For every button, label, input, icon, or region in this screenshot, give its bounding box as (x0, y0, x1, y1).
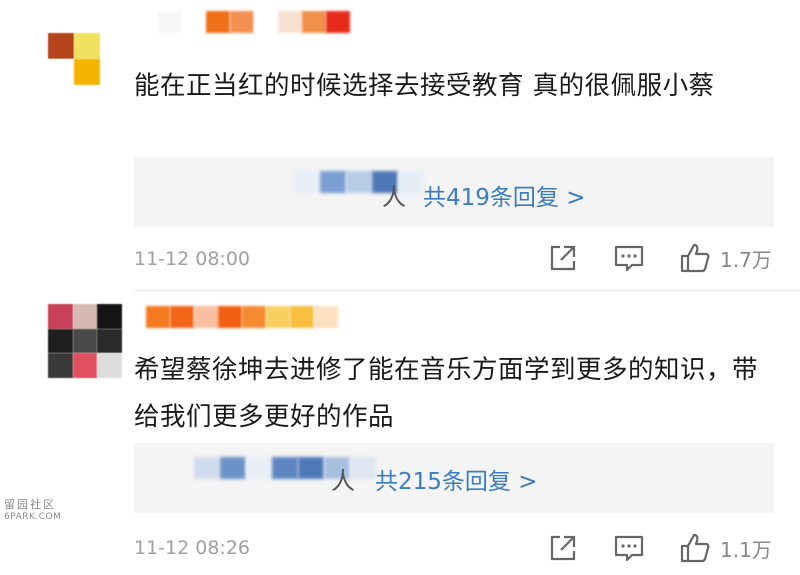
username-mosaic-cell (158, 11, 182, 33)
share-icon[interactable] (546, 531, 580, 565)
avatar-mosaic-cell (48, 59, 74, 85)
username-mosaic-cell (278, 11, 302, 33)
comment-icon[interactable] (612, 241, 646, 275)
avatar-mosaic-cell (74, 33, 100, 59)
avatar[interactable] (48, 304, 122, 378)
avatar-mosaic-cell (48, 353, 73, 378)
watermark-line-1: 留园社区 (4, 498, 56, 511)
like-icon[interactable] (678, 241, 712, 275)
watermark-line-2: 6PARK.COM (4, 512, 62, 522)
avatar-mosaic-cell (97, 304, 122, 329)
replier-mosaic-cell (194, 457, 220, 479)
replier-mosaic-cell (294, 171, 320, 193)
site-watermark: 留园社区 6PARK.COM (4, 496, 74, 522)
username-pixelated[interactable] (146, 306, 338, 328)
username-mosaic-cell (290, 306, 314, 328)
avatar-mosaic-cell (48, 33, 74, 59)
username-mosaic-cell (254, 11, 278, 33)
username-mosaic-cell (206, 11, 230, 33)
avatar-mosaic-cell (74, 59, 100, 85)
replier-mosaic-cell (272, 457, 298, 479)
replier-mosaic-cell (320, 171, 346, 193)
like-icon[interactable] (678, 531, 712, 565)
username-pixelated[interactable] (134, 11, 350, 33)
comment-icon[interactable] (612, 531, 646, 565)
avatar-mosaic-cell (72, 304, 98, 329)
username-mosaic-cell (170, 306, 194, 328)
replies-preview-box[interactable]: 人 共419条回复 > (134, 157, 774, 227)
avatar-mosaic-cell (48, 304, 73, 329)
username-mosaic-cell (134, 11, 158, 33)
share-icon[interactable] (546, 241, 580, 275)
username-mosaic-cell (326, 11, 350, 33)
username-mosaic-cell (182, 11, 206, 33)
username-mosaic-cell (218, 306, 242, 328)
comment-text: 能在正当红的时候选择去接受教育 真的很佩服小蔡 (134, 71, 715, 101)
comment-actions: 1.1万 (546, 531, 772, 565)
comment-item: 能在正当红的时候选择去接受教育 真的很佩服小蔡 人 共419条回复 > 11-1… (0, 0, 800, 285)
reply-count-link[interactable]: 共419条回复 > (423, 178, 585, 212)
username-mosaic-cell (242, 306, 266, 328)
comment-timestamp: 11-12 08:00 (134, 248, 251, 270)
avatar-mosaic-cell (48, 328, 73, 354)
avatar-mosaic-cell (97, 328, 122, 354)
replier-suffix: 人 (331, 467, 355, 495)
avatar-mosaic-cell (72, 328, 98, 354)
replier-mosaic-cell (298, 457, 324, 479)
avatar[interactable] (48, 33, 100, 85)
username-mosaic-cell (146, 306, 170, 328)
replier-mosaic-cell (220, 457, 246, 479)
comment-item: 希望蔡徐坤去进修了能在音乐方面学到更多的知识，带给我们更多更好的作品 人 共21… (0, 291, 800, 575)
comment-actions: 1.7万 (546, 241, 772, 275)
reply-count-link[interactable]: 共215条回复 > (375, 462, 537, 496)
replier-suffix: 人 (382, 183, 406, 211)
avatar-mosaic-cell (97, 353, 122, 378)
comment-text: 希望蔡徐坤去进修了能在音乐方面学到更多的知识，带给我们更多更好的作品 (134, 355, 759, 432)
username-mosaic-cell (302, 11, 326, 33)
username-mosaic-cell (314, 306, 338, 328)
avatar-mosaic-cell (72, 353, 98, 378)
replier-mosaic-cell (246, 457, 272, 479)
replies-preview-box[interactable]: 人 共215条回复 > (134, 443, 774, 513)
comment-timestamp: 11-12 08:26 (134, 537, 251, 559)
username-mosaic-cell (266, 306, 290, 328)
like-count: 1.7万 (720, 247, 772, 272)
username-mosaic-cell (194, 306, 218, 328)
replier-mosaic-cell (346, 171, 372, 193)
username-mosaic-cell (230, 11, 254, 33)
like-count: 1.1万 (720, 537, 772, 562)
